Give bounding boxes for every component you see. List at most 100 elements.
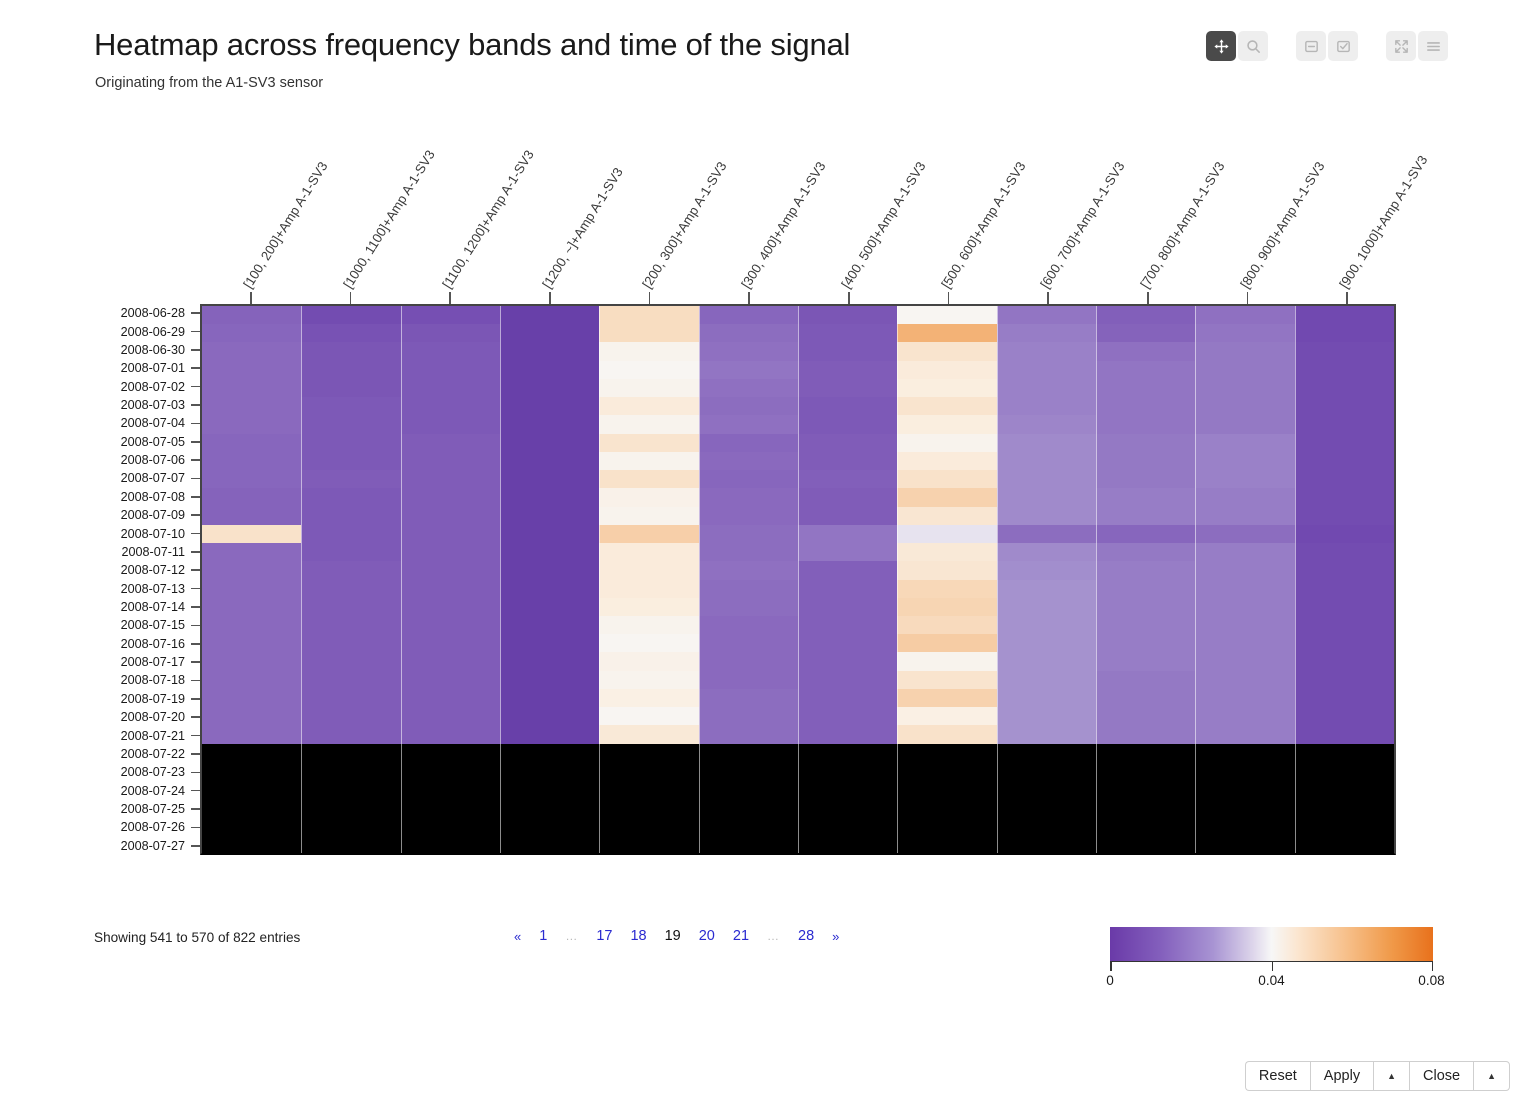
heatmap-cell[interactable]: [1195, 506, 1295, 525]
heatmap-cell[interactable]: [996, 597, 1096, 616]
heatmap-cell[interactable]: [202, 634, 302, 653]
heatmap-cell[interactable]: [202, 561, 302, 580]
heatmap-cell[interactable]: [798, 725, 898, 744]
heatmap-cell[interactable]: [1195, 707, 1295, 726]
heatmap-cell[interactable]: [1294, 634, 1394, 653]
heatmap-cell[interactable]: [301, 561, 401, 580]
heatmap-cell[interactable]: [698, 670, 798, 689]
pagination-item[interactable]: 1: [530, 928, 556, 944]
heatmap-cell[interactable]: [1195, 761, 1295, 781]
heatmap-cell[interactable]: [301, 597, 401, 616]
reset-button[interactable]: Reset: [1244, 1061, 1310, 1091]
heatmap-cell[interactable]: [698, 524, 798, 544]
heatmap-cell[interactable]: [1195, 433, 1295, 452]
heatmap-plot[interactable]: [200, 304, 1396, 855]
heatmap-cell[interactable]: [400, 834, 500, 853]
heatmap-cell[interactable]: [500, 342, 600, 361]
heatmap-cell[interactable]: [301, 670, 401, 689]
heatmap-cell[interactable]: [599, 378, 699, 398]
heatmap-cell[interactable]: [400, 652, 500, 671]
heatmap-cell[interactable]: [897, 470, 997, 489]
heatmap-cell[interactable]: [1096, 360, 1196, 379]
heatmap-cell[interactable]: [897, 725, 997, 744]
heatmap-cell[interactable]: [996, 816, 1096, 835]
heatmap-cell[interactable]: [400, 670, 500, 689]
heatmap-cell[interactable]: [1096, 670, 1196, 689]
heatmap-cell[interactable]: [698, 579, 798, 598]
heatmap-cell[interactable]: [599, 743, 699, 762]
heatmap-cell[interactable]: [1195, 543, 1295, 562]
heatmap-cell[interactable]: [1195, 725, 1295, 744]
heatmap-cell[interactable]: [698, 451, 798, 471]
heatmap-cell[interactable]: [500, 524, 600, 544]
heatmap-cell[interactable]: [1096, 579, 1196, 598]
heatmap-cell[interactable]: [400, 415, 500, 434]
heatmap-cell[interactable]: [897, 688, 997, 708]
heatmap-cell[interactable]: [1195, 488, 1295, 507]
heatmap-cell[interactable]: [400, 743, 500, 762]
heatmap-cell[interactable]: [1096, 652, 1196, 671]
heatmap-cell[interactable]: [698, 415, 798, 434]
heatmap-cell[interactable]: [301, 524, 401, 544]
heatmap-cell[interactable]: [698, 798, 798, 817]
heatmap-cell[interactable]: [996, 670, 1096, 689]
heatmap-cell[interactable]: [1294, 342, 1394, 361]
heatmap-cell[interactable]: [599, 834, 699, 853]
heatmap-cell[interactable]: [1096, 378, 1196, 398]
heatmap-cell[interactable]: [202, 743, 302, 762]
heatmap-cell[interactable]: [400, 798, 500, 817]
heatmap-cell[interactable]: [400, 506, 500, 525]
heatmap-cell[interactable]: [996, 506, 1096, 525]
heatmap-cell[interactable]: [1195, 834, 1295, 853]
heatmap-cell[interactable]: [1195, 670, 1295, 689]
pan-icon[interactable]: [1206, 31, 1236, 61]
heatmap-cell[interactable]: [897, 524, 997, 544]
heatmap-cell[interactable]: [500, 743, 600, 762]
heatmap-cell[interactable]: [996, 652, 1096, 671]
heatmap-cell[interactable]: [996, 615, 1096, 635]
heatmap-cell[interactable]: [1294, 579, 1394, 598]
heatmap-cell[interactable]: [897, 634, 997, 653]
heatmap-cell[interactable]: [1096, 543, 1196, 562]
heatmap-cell[interactable]: [1096, 451, 1196, 471]
heatmap-cell[interactable]: [1096, 798, 1196, 817]
heatmap-cell[interactable]: [1294, 615, 1394, 635]
heatmap-cell[interactable]: [202, 433, 302, 452]
heatmap-cell[interactable]: [798, 707, 898, 726]
heatmap-cell[interactable]: [400, 688, 500, 708]
heatmap-cell[interactable]: [1294, 707, 1394, 726]
heatmap-cell[interactable]: [202, 780, 302, 799]
heatmap-cell[interactable]: [996, 761, 1096, 781]
heatmap-cell[interactable]: [1294, 834, 1394, 853]
heatmap-cell[interactable]: [202, 670, 302, 689]
heatmap-cell[interactable]: [500, 433, 600, 452]
heatmap-cell[interactable]: [1195, 324, 1295, 343]
heatmap-cell[interactable]: [798, 524, 898, 544]
heatmap-cell[interactable]: [798, 306, 898, 325]
heatmap-cell[interactable]: [599, 670, 699, 689]
heatmap-cell[interactable]: [698, 615, 798, 635]
heatmap-cell[interactable]: [1294, 524, 1394, 544]
heatmap-cell[interactable]: [1096, 324, 1196, 343]
heatmap-cell[interactable]: [599, 634, 699, 653]
heatmap-cell[interactable]: [301, 451, 401, 471]
heatmap-cell[interactable]: [500, 725, 600, 744]
heatmap-cell[interactable]: [897, 433, 997, 452]
heatmap-cell[interactable]: [599, 652, 699, 671]
heatmap-cell[interactable]: [798, 470, 898, 489]
heatmap-cell[interactable]: [500, 324, 600, 343]
heatmap-cell[interactable]: [202, 524, 302, 544]
heatmap-cell[interactable]: [1096, 342, 1196, 361]
heatmap-cell[interactable]: [698, 816, 798, 835]
heatmap-cell[interactable]: [1195, 816, 1295, 835]
heatmap-cell[interactable]: [202, 342, 302, 361]
heatmap-cell[interactable]: [599, 524, 699, 544]
heatmap-cell[interactable]: [798, 670, 898, 689]
heatmap-cell[interactable]: [1294, 561, 1394, 580]
heatmap-cell[interactable]: [202, 378, 302, 398]
heatmap-cell[interactable]: [1195, 561, 1295, 580]
heatmap-cell[interactable]: [500, 597, 600, 616]
heatmap-cell[interactable]: [996, 798, 1096, 817]
heatmap-cell[interactable]: [1294, 761, 1394, 781]
heatmap-cell[interactable]: [996, 725, 1096, 744]
